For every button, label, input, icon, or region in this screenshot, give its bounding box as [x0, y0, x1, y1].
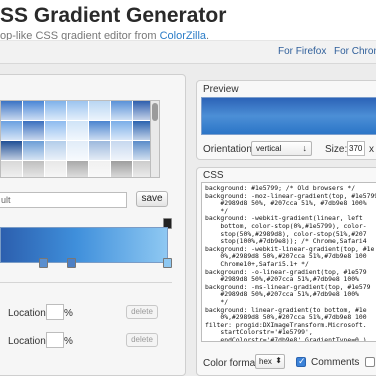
opacity-stop-row: Location: % delete [0, 304, 176, 324]
preview-title: Preview [203, 84, 239, 95]
location-input[interactable] [46, 332, 64, 348]
preset-swatch[interactable] [67, 161, 88, 177]
size-x-label: x [369, 144, 374, 155]
percent-sign: % [64, 308, 73, 319]
nav-firefox-link[interactable]: For Firefox [278, 46, 326, 57]
color-format-select[interactable]: hex ⬍ [255, 354, 285, 369]
color-format-value: hex [259, 357, 272, 366]
preset-swatch[interactable] [1, 101, 22, 120]
presets-scrollbar[interactable] [150, 100, 160, 178]
css-code-box[interactable]: background: #1e5799; /* Old browsers */b… [201, 182, 376, 342]
color-stop-handle[interactable] [39, 258, 48, 268]
preset-swatch[interactable] [23, 121, 44, 140]
preset-swatch[interactable] [89, 141, 110, 160]
preview-box [201, 97, 376, 135]
preset-swatch[interactable] [45, 121, 66, 140]
location-label: Location: [8, 336, 49, 347]
location-label: Location: [8, 308, 49, 319]
preset-swatch[interactable] [1, 141, 22, 160]
orientation-label: Orientation: [203, 144, 255, 155]
checkmark-icon: ✓ [298, 356, 306, 366]
preset-swatch[interactable] [1, 121, 22, 140]
css-code-line: endColorstr='#7db9e8',GradientType=0 ) [205, 335, 367, 342]
preset-swatch[interactable] [67, 141, 88, 160]
css-code-line: #2989d8 50%, #207cca 51%, #7db9e8 100% [205, 199, 367, 208]
preset-swatch[interactable] [67, 101, 88, 120]
preset-swatch[interactable] [111, 141, 132, 160]
nav-chrome-link[interactable]: For Chrom [334, 46, 376, 57]
percent-sign: % [64, 336, 73, 347]
preset-swatch[interactable] [111, 121, 132, 140]
dropdown-arrow-icon: ⬍ [275, 356, 282, 365]
css-title: CSS [203, 170, 224, 181]
size-width-input[interactable] [347, 141, 365, 156]
preset-swatch[interactable] [67, 121, 88, 140]
preset-swatch[interactable] [45, 101, 66, 120]
color-stop-handle[interactable] [163, 258, 172, 268]
presets-grid [0, 100, 156, 178]
save-button[interactable]: save [136, 191, 168, 207]
page-title: SS Gradient Generator [0, 4, 227, 27]
comments-label: Comments [311, 357, 360, 368]
gradient-name-input[interactable] [0, 192, 127, 208]
color-stop-handle[interactable] [67, 258, 76, 268]
orientation-value: vertical [256, 144, 282, 153]
preset-swatch[interactable] [23, 141, 44, 160]
preset-swatch[interactable] [111, 161, 132, 177]
comments-checkbox[interactable]: ✓ [296, 356, 306, 367]
css-panel: CSS background: #1e5799; /* Old browsers… [196, 167, 376, 376]
color-format-label: Color format: [203, 358, 261, 369]
stops-divider [0, 282, 172, 283]
preset-swatch[interactable] [23, 161, 44, 177]
size-label: Size: [325, 144, 348, 155]
preview-panel: Preview Orientation: vertical ↓ Size: x [196, 80, 376, 160]
preset-swatch[interactable] [89, 101, 110, 120]
presets-scroll-thumb[interactable] [152, 103, 158, 121]
preset-swatch[interactable] [23, 101, 44, 120]
nav-bar: For Firefox For Chrom [0, 40, 376, 64]
preset-swatch[interactable] [1, 161, 22, 177]
gradient-editor-strip[interactable] [0, 227, 168, 263]
css-code-line: #2989d8 50%,#207cca 51%,#7db9e8 100% [205, 290, 359, 299]
preset-swatch[interactable] [45, 141, 66, 160]
ie-checkbox[interactable] [365, 357, 375, 367]
delete-button[interactable]: delete [126, 333, 158, 347]
location-input[interactable] [46, 304, 64, 320]
preset-swatch[interactable] [111, 101, 132, 120]
preset-swatch[interactable] [89, 161, 110, 177]
dropdown-arrow-icon: ↓ [302, 143, 308, 153]
orientation-select[interactable]: vertical ↓ [251, 141, 312, 156]
preset-swatch[interactable] [45, 161, 66, 177]
color-stop-row: Location: % delete [0, 332, 176, 352]
delete-button[interactable]: delete [126, 305, 158, 319]
preset-swatch[interactable] [89, 121, 110, 140]
